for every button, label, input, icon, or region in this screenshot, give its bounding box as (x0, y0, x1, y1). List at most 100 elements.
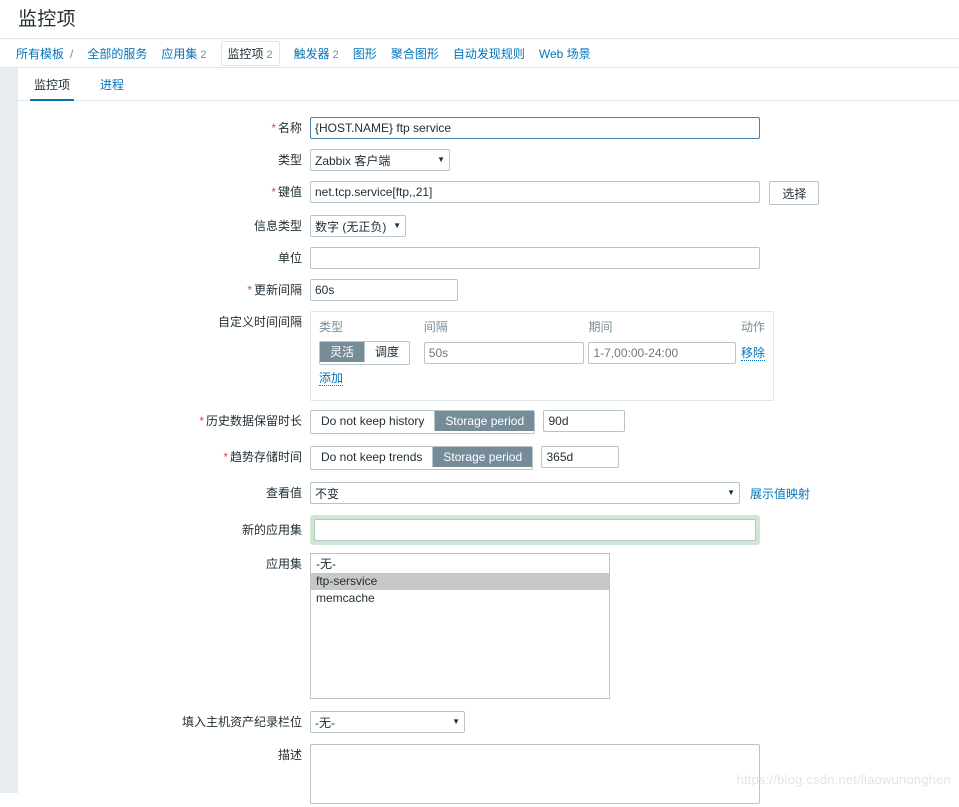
interval-type-scheduling[interactable]: 调度 (365, 342, 410, 362)
show-value-mappings-link[interactable]: 展示值映射 (750, 485, 810, 502)
col-header-action: 动作 (740, 320, 765, 334)
col-header-interval: 间隔 (423, 320, 448, 334)
form-row-name: * 名称 (18, 117, 959, 139)
history-value-input[interactable] (543, 410, 626, 432)
interval-type-flexible[interactable]: 灵活 (320, 342, 366, 362)
form-row-custom-intervals: 自定义时间间隔 类型 间隔 期间 动作 灵活 调度 50s 1-7,00:00-… (18, 311, 959, 401)
list-item[interactable]: memcache (311, 590, 609, 607)
value-type-select-wrap: 数字 (无正负) ▼ (310, 215, 406, 237)
description-textarea[interactable] (310, 744, 760, 804)
update-interval-input[interactable] (310, 279, 458, 301)
history-mode-toggle: Do not keep history Storage period (310, 410, 536, 434)
form-row-trends: * 趋势存储时间 Do not keep trends Storage perio… (18, 446, 959, 470)
label-update-interval: * 更新间隔 (247, 283, 302, 297)
history-do-not-keep[interactable]: Do not keep history (311, 411, 436, 431)
required-marker: * (199, 414, 204, 428)
label-description: 描述 (277, 748, 302, 762)
custom-intervals-add-row: 添加 (319, 371, 765, 392)
breadcrumb-separator: / (70, 46, 74, 61)
label-value-type: 信息类型 (253, 219, 302, 233)
label-history: * 历史数据保留时长 (199, 414, 302, 428)
item-form: *名称 类型 Zabbix 客户端 ▼ *键值 选择 信息类型 数字 (无正负)… (18, 101, 959, 804)
breadcrumb: 所有模板 / 全部的服务 应用集 2 监控项 2 触发器 2 图形 聚合图形 自动发现… (16, 39, 605, 68)
required-marker: * (247, 283, 252, 297)
custom-intervals-table: 类型 间隔 期间 动作 灵活 调度 50s 1-7,00:00-24:00 移除… (319, 318, 765, 392)
type-select-wrap: Zabbix 客户端 ▼ (310, 149, 450, 171)
breadcrumb-item-applications[interactable]: 应用集 2 (161, 45, 206, 62)
required-marker: * (271, 121, 276, 135)
form-row-update-interval: * 更新间隔 (18, 279, 959, 301)
trends-do-not-keep[interactable]: Do not keep trends (311, 447, 434, 467)
form-row-description: 描述 (18, 744, 959, 807)
label-key: * 键值 (271, 185, 302, 199)
trends-storage-period[interactable]: Storage period (433, 447, 533, 467)
subtab-bar: 监控项 进程 (18, 69, 959, 102)
breadcrumb-item-web-scenarios[interactable]: Web 场景 (539, 45, 591, 62)
breadcrumb-count-triggers: 2 (332, 49, 339, 61)
col-header-type: 类型 (319, 320, 344, 334)
label-inventory-field: 填入主机资产纪录栏位 (181, 715, 302, 729)
form-row-value-mapping: 查看值 不变 ▼ 展示值映射 (18, 482, 959, 504)
list-item[interactable]: ftp-sersvice (311, 573, 609, 590)
form-row-new-application: 新的应用集 (18, 515, 959, 545)
custom-interval-row: 灵活 调度 移除 (319, 341, 765, 371)
breadcrumb-item-all-templates[interactable]: 所有模板 (16, 45, 64, 62)
label-new-application: 新的应用集 (241, 523, 302, 537)
trends-mode-toggle: Do not keep trends Storage period (310, 446, 534, 470)
units-input[interactable] (310, 247, 760, 269)
breadcrumb-count-applications: 2 (200, 49, 207, 61)
breadcrumb-item-screens[interactable]: 聚合图形 (391, 45, 439, 62)
label-trends: * 趋势存储时间 (223, 450, 302, 464)
breadcrumb-item-items[interactable]: 监控项 2 (220, 41, 280, 66)
label-units: 单位 (277, 251, 302, 265)
history-storage-period[interactable]: Storage period (435, 411, 535, 431)
new-application-highlight (310, 515, 760, 545)
breadcrumb-item-graphs[interactable]: 图形 (353, 45, 377, 62)
required-marker: * (271, 185, 276, 199)
breadcrumb-item-triggers[interactable]: 触发器 2 (294, 45, 339, 62)
name-input[interactable] (310, 117, 760, 139)
label-custom-intervals: 自定义时间间隔 (217, 315, 302, 329)
value-mapping-select[interactable]: 不变 (310, 482, 740, 504)
trends-value-input[interactable] (541, 446, 620, 468)
required-marker: * (223, 450, 228, 464)
label-name: * 名称 (271, 121, 302, 135)
select-key-button[interactable]: 选择 (769, 181, 820, 205)
label-applications: 应用集 (265, 557, 302, 571)
form-row-value-type: 信息类型 数字 (无正负) ▼ (18, 215, 959, 237)
custom-intervals-header-row: 类型 间隔 期间 动作 (319, 318, 765, 341)
inventory-field-select-wrap: -无- ▼ (310, 711, 465, 733)
breadcrumb-item-discovery-rules[interactable]: 自动发现规则 (453, 45, 525, 62)
tab-item[interactable]: 监控项 (30, 69, 75, 102)
add-interval-link[interactable]: 添加 (319, 371, 344, 386)
key-input[interactable] (310, 181, 760, 203)
form-row-type: 类型 Zabbix 客户端 ▼ (18, 149, 959, 171)
form-row-applications: 应用集 -无- ftp-sersvice memcache (18, 553, 959, 699)
tab-preprocessing[interactable]: 进程 (96, 69, 128, 101)
inventory-field-select[interactable]: -无- (310, 711, 465, 733)
form-row-history: * 历史数据保留时长 Do not keep history Storage pe… (18, 410, 959, 434)
breadcrumb-item-all-services[interactable]: 全部的服务 (87, 45, 147, 62)
page-title: 监控项 (18, 9, 76, 30)
subtabs: 监控项 进程 (30, 69, 150, 102)
form-row-units: 单位 (18, 247, 959, 269)
type-select[interactable]: Zabbix 客户端 (310, 149, 450, 171)
custom-interval-period-input[interactable] (588, 342, 737, 364)
label-type: 类型 (277, 153, 302, 167)
new-application-input[interactable] (314, 519, 756, 541)
list-item[interactable]: -无- (311, 556, 609, 573)
interval-type-toggle: 灵活 调度 (319, 341, 411, 365)
breadcrumb-count-items: 2 (266, 49, 273, 61)
remove-interval-link[interactable]: 移除 (740, 346, 765, 361)
form-row-inventory-field: 填入主机资产纪录栏位 -无- ▼ (18, 711, 959, 733)
breadcrumb-bar: 所有模板 / 全部的服务 应用集 2 监控项 2 触发器 2 图形 聚合图形 自动发现… (0, 38, 959, 68)
custom-interval-value-input[interactable] (423, 342, 584, 364)
form-row-key: *键值 选择 (18, 181, 959, 205)
label-value-mapping: 查看值 (265, 486, 302, 500)
left-rail (0, 68, 18, 793)
value-mapping-select-wrap: 不变 ▼ (310, 482, 740, 504)
value-type-select[interactable]: 数字 (无正负) (310, 215, 406, 237)
col-header-period: 期间 (588, 320, 613, 334)
custom-intervals-panel: 类型 间隔 期间 动作 灵活 调度 50s 1-7,00:00-24:00 移除… (310, 311, 774, 401)
applications-listbox[interactable]: -无- ftp-sersvice memcache (310, 553, 610, 699)
